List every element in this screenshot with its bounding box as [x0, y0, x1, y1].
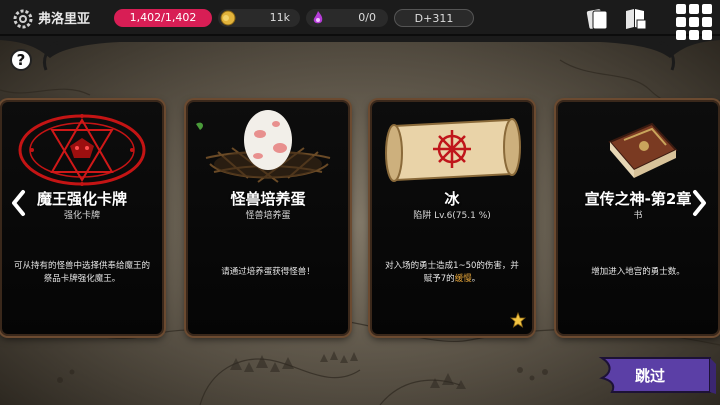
grid-menu-icon[interactable]	[674, 2, 714, 42]
reward-card-ice-trap[interactable]: 冰 陷阱 Lv.6(75.1 %) 对入场的勇士造成1~50的伤害，并赋予7的缓…	[370, 100, 534, 336]
card-description-main: 对入场的勇士造成1~50的伤害，并赋予7的	[385, 261, 519, 284]
star-icon	[510, 312, 526, 328]
top-bar-ornament	[0, 36, 720, 71]
card-title: 怪兽培养蛋	[230, 190, 306, 208]
hp-counter: 1,402/1,402	[114, 9, 212, 27]
reward-card-monster-egg[interactable]: 怪兽培养蛋 怪兽培养蛋 请通过培养蛋获得怪兽！	[186, 100, 350, 336]
reward-card-propaganda-book[interactable]: 宣传之神-第2章 书 增加进入地宫的勇士数。	[556, 100, 720, 336]
skip-button[interactable]	[598, 356, 716, 394]
next-arrow-icon[interactable]	[692, 189, 708, 217]
card-deck-icon[interactable]	[584, 6, 610, 32]
card-subtitle: 陷阱 Lv.6(75.1 %)	[413, 211, 491, 221]
soul-flame-icon	[313, 11, 323, 24]
card-title: 冰	[444, 190, 460, 208]
quest-book-icon[interactable]	[622, 6, 648, 32]
scroll-icon	[385, 118, 521, 182]
card-title: 魔王强化卡牌	[36, 190, 127, 208]
gold-coin-icon	[220, 10, 236, 26]
settings-gear-icon[interactable]	[12, 8, 34, 30]
reward-card-demon-king-enhance[interactable]: 魔王强化卡牌 强化卡牌 可从持有的怪兽中选择供奉给魔王的祭品卡牌强化魔王。	[0, 100, 164, 336]
card-description: 请通过培养蛋获得怪兽！	[221, 267, 315, 277]
magic-circle-icon	[18, 114, 146, 186]
help-button[interactable]: ?	[10, 49, 32, 71]
card-description: 可从持有的怪兽中选择供奉给魔王的祭品卡牌强化魔王。	[14, 261, 151, 284]
card-subtitle: 强化卡牌	[63, 211, 100, 221]
egg-in-nest-icon	[196, 110, 331, 183]
location-name: 弗洛里亚	[38, 12, 91, 27]
card-description: 增加进入地宫的勇士数。	[591, 267, 685, 277]
slow-status-highlight: 缓慢	[454, 274, 472, 284]
day-counter: D+311	[394, 9, 474, 27]
book-icon	[608, 122, 678, 178]
card-subtitle: 怪兽培养蛋	[245, 211, 291, 221]
card-description: 对入场的勇士造成1~50的伤害，并赋予7的缓慢。	[384, 260, 520, 286]
previous-arrow-icon[interactable]	[10, 189, 26, 217]
card-description-end: 。	[471, 274, 481, 284]
